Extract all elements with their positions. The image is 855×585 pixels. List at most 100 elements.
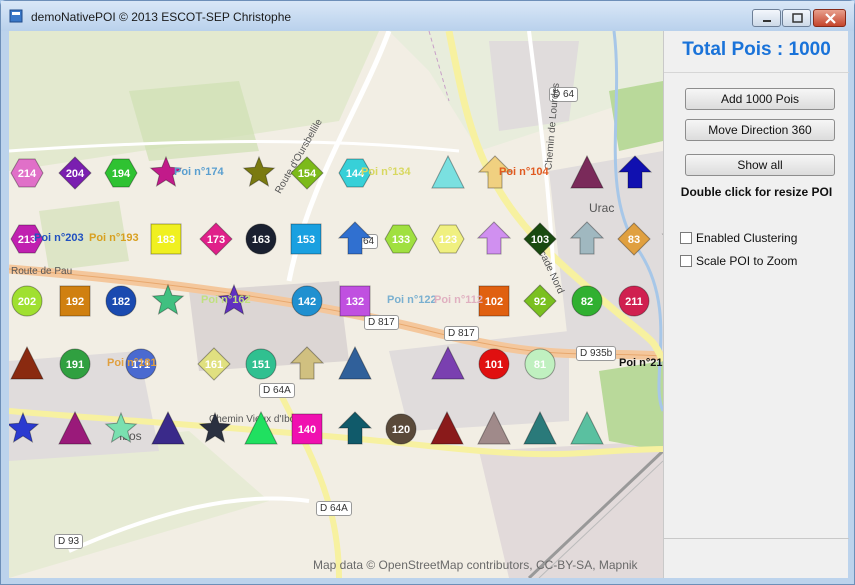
poi-marker-arrow[interactable] xyxy=(569,221,605,255)
poi-marker-triangle[interactable] xyxy=(58,410,92,445)
poi-number: 81 xyxy=(534,359,546,371)
poi-marker-circle[interactable]: 202 xyxy=(11,285,43,317)
poi-marker-arrow[interactable] xyxy=(337,411,373,445)
poi-marker-circle[interactable]: 142 xyxy=(291,285,323,317)
poi-marker-circle[interactable]: 82 xyxy=(571,285,603,317)
show-all-button[interactable]: Show all xyxy=(685,154,835,176)
poi-number: 211 xyxy=(625,296,643,308)
poi-label[interactable]: Poi n°104 xyxy=(499,166,549,178)
map-attribution: Map data © OpenStreetMap contributors, C… xyxy=(313,558,638,572)
poi-number: 102 xyxy=(485,296,503,308)
poi-marker-triangle[interactable] xyxy=(151,410,185,445)
poi-marker-diamond[interactable]: 154 xyxy=(290,156,324,190)
poi-number: 192 xyxy=(66,296,84,308)
poi-label[interactable]: Poi n°181 xyxy=(107,357,157,369)
minimize-button[interactable] xyxy=(752,9,781,27)
maximize-button[interactable] xyxy=(782,9,811,27)
poi-marker-diamond[interactable]: 92 xyxy=(523,284,557,318)
poi-label[interactable]: Poi n°134 xyxy=(361,166,411,178)
poi-marker-triangle[interactable] xyxy=(244,410,278,445)
poi-label[interactable]: Poi n°210 xyxy=(619,357,663,369)
poi-layer: 214 204 194 154 144213 183 173 163 153 133 123 103 8… xyxy=(9,154,663,445)
poi-marker-star[interactable] xyxy=(151,283,185,315)
poi-marker-diamond[interactable]: 204 xyxy=(58,156,92,190)
poi-marker-arrow[interactable] xyxy=(476,221,512,255)
poi-marker-star[interactable] xyxy=(242,155,276,187)
move-direction-button[interactable]: Move Direction 360 xyxy=(685,119,835,141)
maximize-icon xyxy=(792,13,803,23)
poi-marker-arrow[interactable] xyxy=(289,346,325,380)
poi-number: 120 xyxy=(392,424,410,436)
poi-label[interactable]: Poi n°162 xyxy=(201,294,251,306)
poi-number: 163 xyxy=(252,234,270,246)
poi-marker-diamond[interactable]: 161 xyxy=(197,347,231,381)
poi-marker-circle[interactable]: 163 xyxy=(245,223,277,255)
poi-marker-square[interactable]: 153 xyxy=(290,223,322,255)
poi-number: 140 xyxy=(298,424,316,436)
poi-number: 202 xyxy=(18,296,36,308)
poi-marker-star[interactable] xyxy=(9,411,40,443)
poi-marker-circle[interactable]: 211 xyxy=(618,285,650,317)
poi-number: 83 xyxy=(628,234,640,246)
poi-marker-square[interactable]: 132 xyxy=(339,285,371,317)
poi-number: 103 xyxy=(531,234,549,246)
poi-label[interactable]: Poi n°174 xyxy=(174,166,224,178)
resize-hint: Double click for resize POI xyxy=(680,185,833,199)
poi-label[interactable]: Poi n°122 xyxy=(387,294,437,306)
poi-label[interactable]: Poi n°203 xyxy=(34,232,84,244)
poi-number: 133 xyxy=(392,234,410,246)
poi-marker-triangle[interactable] xyxy=(431,154,465,189)
poi-marker-square[interactable]: 183 xyxy=(150,223,182,255)
poi-marker-diamond[interactable]: 83 xyxy=(617,222,651,256)
poi-marker-triangle[interactable] xyxy=(338,345,372,380)
poi-marker-hexagon[interactable]: 123 xyxy=(431,224,465,254)
poi-marker-circle[interactable]: 191 xyxy=(59,348,91,380)
poi-marker-hexagon[interactable]: 194 xyxy=(104,158,138,188)
close-icon xyxy=(825,13,836,24)
poi-label[interactable]: Poi n°193 xyxy=(89,232,139,244)
poi-number: 151 xyxy=(252,359,270,371)
divider xyxy=(664,72,849,73)
poi-marker-circle[interactable]: 81 xyxy=(524,348,556,380)
poi-marker-star[interactable] xyxy=(198,411,232,443)
checkbox-box[interactable] xyxy=(680,231,692,244)
poi-number: 214 xyxy=(18,168,37,180)
poi-marker-triangle[interactable] xyxy=(570,410,604,445)
poi-number: 194 xyxy=(112,168,131,180)
poi-marker-square[interactable]: 192 xyxy=(59,285,91,317)
poi-marker-circle[interactable]: 151 xyxy=(245,348,277,380)
scale-poi-checkbox[interactable]: Scale POI to Zoom xyxy=(680,253,797,269)
poi-marker-arrow[interactable] xyxy=(617,155,653,189)
poi-marker-circle[interactable]: 101 xyxy=(478,348,510,380)
poi-marker-arrow[interactable] xyxy=(337,221,373,255)
poi-number: 161 xyxy=(205,359,223,371)
poi-marker-star[interactable] xyxy=(104,411,138,443)
close-button[interactable] xyxy=(813,9,846,27)
poi-number: 204 xyxy=(66,168,85,180)
poi-marker-hexagon[interactable]: 133 xyxy=(384,224,418,254)
poi-marker-triangle[interactable] xyxy=(10,345,44,380)
poi-marker-square[interactable]: 140 xyxy=(291,413,323,445)
checkbox-box[interactable] xyxy=(680,254,692,267)
poi-label[interactable]: Poi n°112 xyxy=(434,294,483,306)
poi-marker-circle[interactable]: 182 xyxy=(105,285,137,317)
poi-number: 132 xyxy=(346,296,364,308)
enabled-clustering-checkbox[interactable]: Enabled Clustering xyxy=(680,230,797,246)
poi-marker-hexagon[interactable]: 214 xyxy=(10,158,44,188)
window-title: demoNativePOI © 2013 ESCOT-SEP Christoph… xyxy=(31,10,292,24)
poi-marker-triangle[interactable] xyxy=(430,410,464,445)
poi-marker-triangle[interactable] xyxy=(523,410,557,445)
poi-marker-triangle[interactable] xyxy=(570,154,604,189)
side-panel: Total Pois : 1000 Add 1000 Pois Move Dir… xyxy=(663,31,849,578)
poi-marker-triangle[interactable] xyxy=(431,345,465,380)
poi-marker-square[interactable]: 102 xyxy=(478,285,510,317)
poi-marker-diamond[interactable]: 173 xyxy=(199,222,233,256)
add-pois-button[interactable]: Add 1000 Pois xyxy=(685,88,835,110)
poi-marker-diamond[interactable]: 103 xyxy=(523,222,557,256)
poi-marker-triangle[interactable] xyxy=(477,410,511,445)
poi-marker-circle[interactable]: 120 xyxy=(385,413,417,445)
poi-number: 183 xyxy=(157,234,175,246)
map-view[interactable]: D 64 D 817 D 817 D 935b D 64A D 64A D 93… xyxy=(9,31,663,578)
title-bar[interactable]: demoNativePOI © 2013 ESCOT-SEP Christoph… xyxy=(1,1,854,31)
checkbox-label: Enabled Clustering xyxy=(696,230,798,245)
